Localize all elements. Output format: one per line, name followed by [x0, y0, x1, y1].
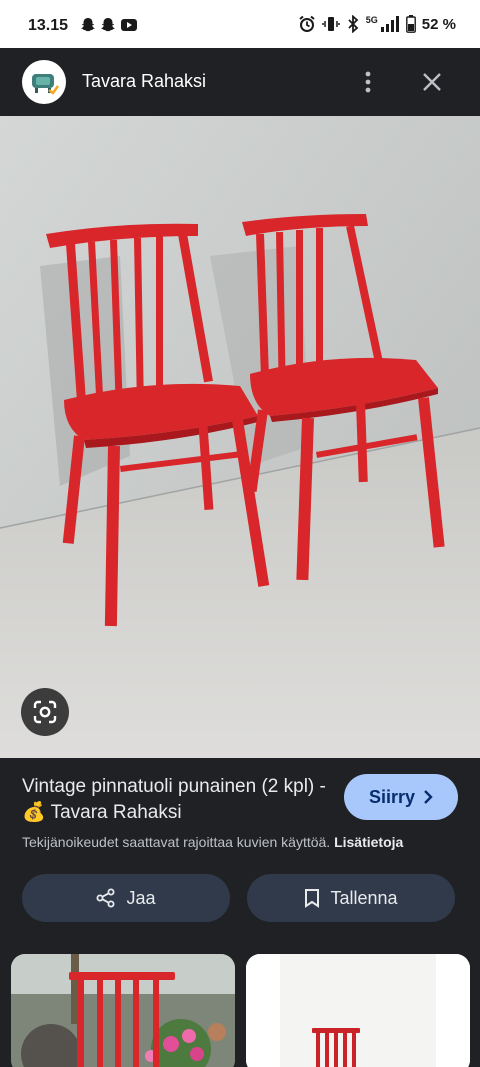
share-icon [96, 888, 115, 908]
copyright-text: Tekijänoikeudet saattavat rajoittaa kuvi… [22, 834, 331, 850]
system-icons: 5G 52 % [298, 15, 456, 33]
more-vert-icon [365, 71, 371, 93]
site-title: Tavara Rahaksi [82, 71, 207, 91]
save-button-label: Tallenna [330, 887, 398, 908]
status-time: 13.15 [28, 17, 69, 34]
main-image[interactable] [0, 116, 480, 758]
notification-icons [80, 17, 138, 33]
related-chair-garden-photo [11, 954, 235, 1067]
snapchat-icon [81, 18, 95, 32]
status-bar: 13.15 5G 52 % [0, 0, 480, 48]
share-button-label: Jaa [126, 887, 156, 908]
alarm-icon [299, 15, 315, 32]
signal-icon [380, 16, 399, 32]
share-button[interactable]: Jaa [22, 874, 230, 922]
save-button[interactable]: Tallenna [247, 874, 455, 922]
snapchat-icon [101, 18, 115, 32]
close-icon [423, 73, 441, 91]
app-header: Tavara Rahaksi [0, 48, 480, 116]
network-type-label: 5G [365, 15, 378, 25]
armchair-logo-icon [22, 60, 66, 104]
chevron-right-icon [424, 790, 433, 804]
bluetooth-icon [348, 15, 359, 33]
related-image-2[interactable] [246, 954, 470, 1067]
more-options-button[interactable] [354, 66, 382, 98]
youtube-icon [121, 19, 137, 31]
google-lens-button[interactable] [21, 688, 69, 736]
copyright-notice: Tekijänoikeudet saattavat rajoittaa kuvi… [22, 834, 472, 850]
google-lens-icon [33, 700, 57, 724]
vibrate-icon [322, 17, 340, 31]
red-chairs-photo [0, 116, 480, 758]
result-title[interactable]: Vintage pinnatuoli punainen (2 kpl) - 💰 … [22, 774, 332, 826]
visit-button[interactable]: Siirry [344, 774, 458, 820]
close-button[interactable] [418, 68, 446, 96]
battery-percent: 52 % [421, 15, 456, 33]
more-info-link[interactable]: Lisätietoja [334, 834, 403, 850]
result-info-panel: Vintage pinnatuoli punainen (2 kpl) - 💰 … [0, 758, 480, 1067]
related-image-1[interactable] [11, 954, 235, 1067]
battery-icon [405, 15, 416, 33]
visit-button-label: Siirry [368, 786, 416, 807]
related-chair-white-photo [246, 954, 470, 1067]
bookmark-icon [305, 889, 320, 908]
